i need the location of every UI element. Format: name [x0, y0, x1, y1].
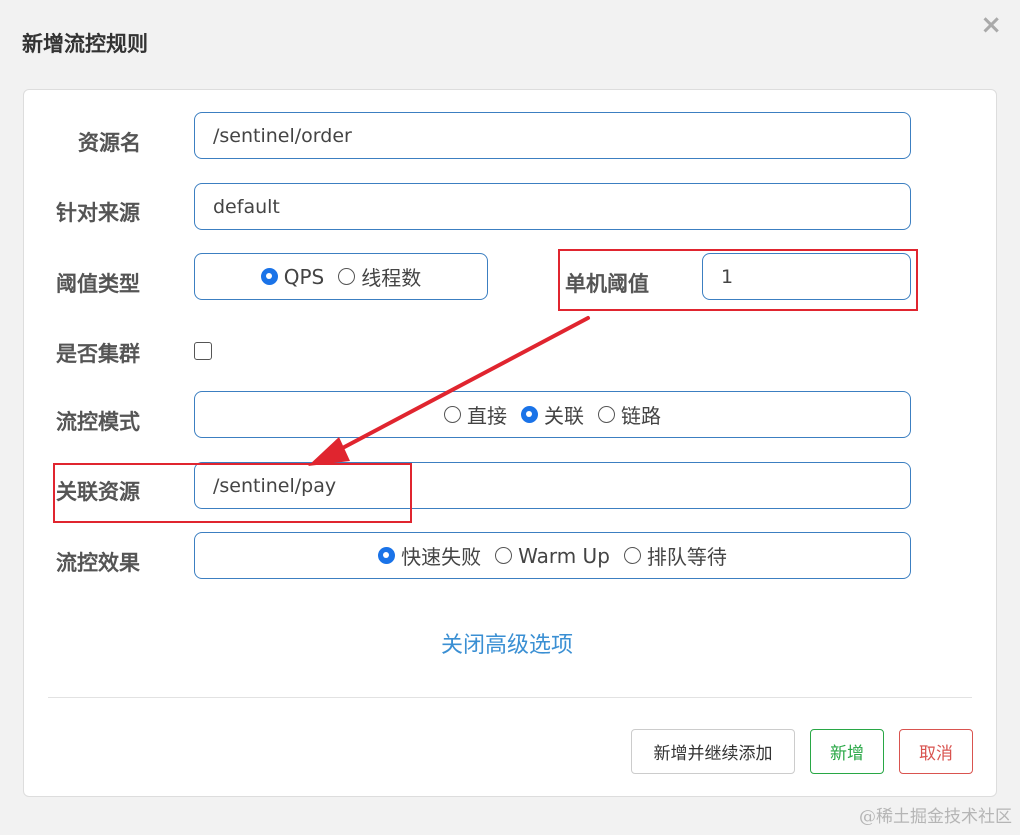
strategy-option-chain[interactable]: 链路	[598, 400, 661, 429]
strategy-option-label: 链路	[621, 404, 661, 428]
strategy-option-label: 直接	[467, 404, 507, 428]
limit-app-label: 针对来源	[56, 201, 140, 225]
behavior-option-fail-fast[interactable]: 快速失败	[378, 541, 481, 570]
add-button[interactable]: 新增	[810, 729, 884, 774]
strategy-option-label: 关联	[544, 404, 584, 428]
watermark: @稀土掘金技术社区	[859, 807, 1012, 827]
ref-resource-highlight-box	[53, 463, 412, 523]
limit-app-input[interactable]: default	[194, 183, 911, 230]
radio-checked-icon[interactable]	[378, 547, 396, 564]
radio-unchecked-icon[interactable]	[623, 547, 641, 564]
cluster-mode-checkbox[interactable]	[194, 342, 212, 360]
grade-option-thread[interactable]: 线程数	[338, 262, 421, 291]
radio-unchecked-icon[interactable]	[495, 547, 513, 564]
strategy-option-direct[interactable]: 直接	[444, 400, 507, 429]
control-behavior-label: 流控效果	[56, 551, 140, 575]
behavior-option-queue[interactable]: 排队等待	[623, 541, 727, 570]
resource-name-value: /sentinel/order	[213, 124, 352, 147]
grade-radio-group: QPS 线程数	[194, 253, 488, 300]
grade-option-label: QPS	[283, 264, 325, 289]
add-flow-rule-dialog: 新增流控规则 × 资源名 /sentinel/order 针对来源 defaul…	[0, 0, 1020, 835]
behavior-option-warm-up[interactable]: Warm Up	[495, 544, 610, 568]
advanced-options-toggle[interactable]: 关闭高级选项	[441, 627, 573, 659]
radio-unchecked-icon[interactable]	[338, 268, 356, 285]
add-and-continue-button[interactable]: 新增并继续添加	[631, 729, 795, 774]
resource-name-label: 资源名	[78, 131, 141, 155]
dialog-title: 新增流控规则	[22, 32, 148, 56]
radio-checked-icon[interactable]	[260, 268, 278, 285]
strategy-radio-group: 直接 关联 链路	[194, 391, 911, 438]
radio-unchecked-icon[interactable]	[444, 406, 461, 423]
strategy-label: 流控模式	[56, 410, 140, 434]
radio-checked-icon[interactable]	[521, 406, 538, 423]
footer-divider	[48, 697, 972, 698]
strategy-option-relate[interactable]: 关联	[521, 400, 584, 429]
radio-unchecked-icon[interactable]	[598, 406, 615, 423]
behavior-option-label: Warm Up	[518, 543, 610, 568]
grade-option-qps[interactable]: QPS	[260, 264, 325, 289]
grade-label: 阈值类型	[56, 272, 140, 296]
count-highlight-box	[558, 249, 918, 311]
control-behavior-radio-group: 快速失败 Warm Up 排队等待	[194, 532, 911, 579]
limit-app-value: default	[213, 195, 280, 218]
resource-name-input[interactable]: /sentinel/order	[194, 112, 911, 159]
behavior-option-label: 快速失败	[401, 545, 482, 569]
cluster-mode-label: 是否集群	[56, 342, 140, 366]
cancel-button[interactable]: 取消	[899, 729, 973, 774]
close-icon[interactable]: ×	[980, 12, 1002, 38]
behavior-option-label: 排队等待	[646, 545, 727, 569]
grade-option-label: 线程数	[361, 266, 422, 290]
